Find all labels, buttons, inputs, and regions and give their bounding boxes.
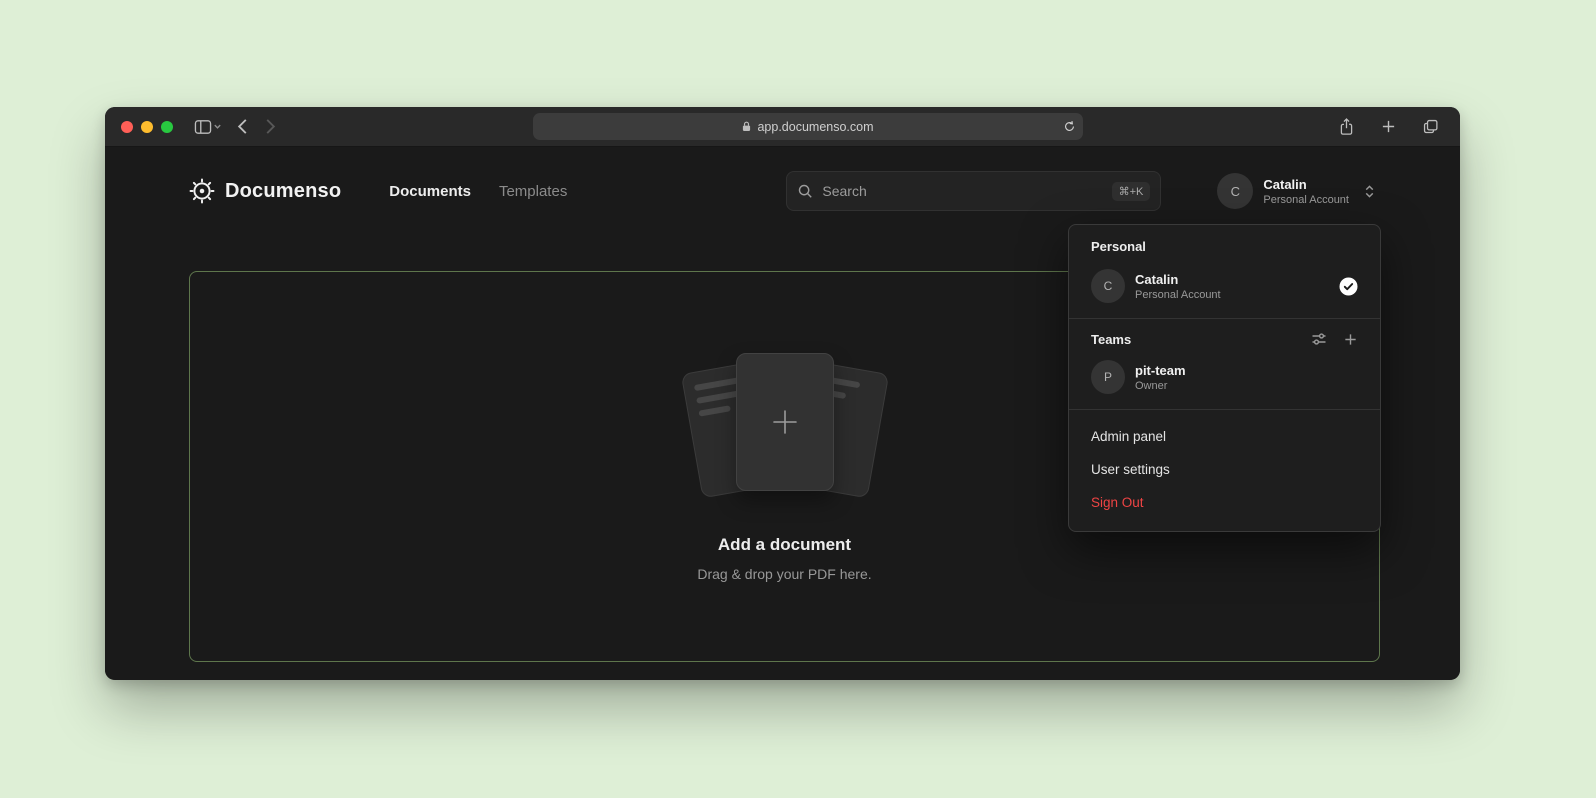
menu-account-type: Personal Account [1135, 289, 1221, 301]
chevron-selector-icon [1363, 184, 1376, 199]
teams-header-actions [1311, 331, 1358, 347]
main-nav: Documents Templates [389, 183, 567, 200]
tab-overview-icon[interactable] [1416, 114, 1444, 140]
url-bar[interactable]: app.documenso.com [533, 113, 1083, 140]
app-header: Documenso Documents Templates Search ⌘+K [105, 147, 1460, 211]
back-button-icon[interactable] [228, 114, 256, 140]
menu-team-name: pit-team [1135, 363, 1186, 378]
nav-documents[interactable]: Documents [389, 183, 471, 200]
menu-account-name: Catalin [1135, 272, 1221, 287]
account-name: Catalin [1263, 177, 1349, 192]
avatar: C [1091, 269, 1125, 303]
new-tab-icon[interactable] [1374, 114, 1402, 140]
menu-personal-account-item[interactable]: C Catalin Personal Account [1081, 264, 1368, 308]
zoom-button[interactable] [161, 121, 173, 133]
document-stack-illustration [675, 351, 895, 503]
account-type: Personal Account [1263, 194, 1349, 206]
menu-item-sign-out[interactable]: Sign Out [1081, 486, 1368, 519]
titlebar-right-actions [1332, 114, 1444, 140]
menu-team-meta: pit-team Owner [1135, 363, 1186, 392]
avatar: C [1217, 173, 1253, 209]
chevron-down-icon[interactable] [213, 122, 222, 131]
app-page: Documenso Documents Templates Search ⌘+K [105, 147, 1460, 679]
menu-teams-header: Teams [1081, 329, 1368, 355]
account-meta: Catalin Personal Account [1263, 177, 1349, 206]
manage-teams-icon[interactable] [1311, 331, 1327, 347]
check-circle-icon [1339, 277, 1358, 296]
menu-section-teams: Teams [1091, 332, 1131, 347]
brand[interactable]: Documenso [189, 178, 341, 204]
menu-item-user-settings[interactable]: User settings [1081, 453, 1368, 486]
dropzone-title: Add a document [718, 535, 851, 555]
dropzone-subtitle: Drag & drop your PDF here. [697, 566, 871, 582]
window-controls [121, 121, 173, 133]
create-team-plus-icon[interactable] [1343, 332, 1358, 347]
nav-templates[interactable]: Templates [499, 183, 567, 200]
menu-section-personal: Personal [1081, 237, 1368, 264]
menu-divider [1069, 318, 1380, 319]
account-menu-trigger[interactable]: C Catalin Personal Account [1217, 173, 1376, 209]
browser-window: app.documenso.com [105, 107, 1460, 680]
forward-button-icon[interactable] [256, 114, 284, 140]
url-text: app.documenso.com [757, 120, 873, 134]
refresh-icon[interactable] [1063, 113, 1076, 140]
menu-divider [1069, 409, 1380, 410]
menu-account-meta: Catalin Personal Account [1135, 272, 1221, 301]
documenso-logo-icon [189, 178, 215, 204]
brand-name: Documenso [225, 180, 341, 203]
search-placeholder: Search [822, 183, 866, 199]
minimize-button[interactable] [141, 121, 153, 133]
avatar: P [1091, 360, 1125, 394]
search-icon [797, 183, 813, 199]
lock-icon [742, 121, 751, 132]
menu-item-admin-panel[interactable]: Admin panel [1081, 420, 1368, 453]
menu-team-role: Owner [1135, 380, 1186, 392]
menu-team-item[interactable]: P pit-team Owner [1081, 355, 1368, 399]
account-dropdown-menu: Personal C Catalin Personal Account [1068, 224, 1381, 532]
document-card-center [736, 353, 834, 491]
text-line [698, 405, 731, 416]
search-input[interactable]: Search ⌘+K [786, 171, 1161, 211]
share-icon[interactable] [1332, 114, 1360, 140]
search-shortcut-badge: ⌘+K [1112, 182, 1151, 201]
plus-icon [768, 405, 802, 439]
browser-titlebar: app.documenso.com [105, 107, 1460, 147]
close-button[interactable] [121, 121, 133, 133]
